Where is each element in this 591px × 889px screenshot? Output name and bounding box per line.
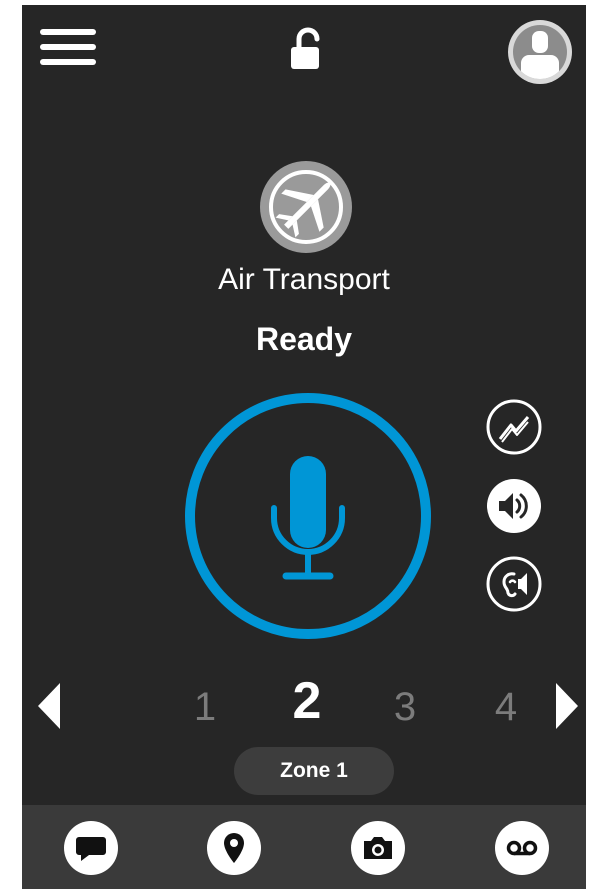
camera-icon xyxy=(351,821,405,875)
bottom-toolbar xyxy=(22,805,586,889)
hamburger-menu-icon-bar xyxy=(40,59,96,65)
caret-left-icon xyxy=(38,683,60,729)
next-channel-button[interactable] xyxy=(554,683,578,729)
user-avatar-icon xyxy=(508,20,572,84)
hamburger-menu-icon-bar xyxy=(40,44,96,50)
chat-bubble-icon xyxy=(64,821,118,875)
camera-button[interactable] xyxy=(350,820,406,876)
microphone-icon xyxy=(185,393,431,639)
speaker-volume-icon xyxy=(487,479,541,533)
speaker-button[interactable] xyxy=(485,477,543,535)
voicemail-button[interactable] xyxy=(494,820,550,876)
location-button[interactable] xyxy=(206,820,262,876)
earpiece-speaker-icon xyxy=(486,556,542,612)
channel-number-2-active[interactable]: 2 xyxy=(277,673,337,729)
channel-number-4[interactable]: 4 xyxy=(476,679,536,735)
channel-avatar xyxy=(259,160,353,254)
location-pin-icon xyxy=(207,821,261,875)
channel-number-3[interactable]: 3 xyxy=(375,679,435,735)
channel-status: Ready xyxy=(255,321,353,357)
messages-button[interactable] xyxy=(63,820,119,876)
profile-avatar-button[interactable] xyxy=(506,18,574,86)
airplane-icon xyxy=(260,161,352,253)
app-screen: Air Transport Ready 1 2 3 4 Zone 1 xyxy=(22,5,586,889)
lock-button[interactable] xyxy=(287,27,327,71)
channel-number-1[interactable]: 1 xyxy=(175,679,235,735)
unlocked-padlock-icon xyxy=(291,27,320,69)
caret-right-icon xyxy=(556,683,578,729)
voicemail-icon xyxy=(495,821,549,875)
zone-selector[interactable]: Zone 1 xyxy=(234,747,394,795)
previous-channel-button[interactable] xyxy=(38,683,62,729)
menu-button[interactable] xyxy=(40,27,98,67)
channel-name: Air Transport xyxy=(218,263,390,296)
push-to-talk-button[interactable] xyxy=(182,390,434,642)
signal-trend-icon xyxy=(486,399,542,455)
earpiece-button[interactable] xyxy=(485,555,543,613)
signal-button[interactable] xyxy=(485,398,543,456)
hamburger-menu-icon xyxy=(40,29,96,35)
